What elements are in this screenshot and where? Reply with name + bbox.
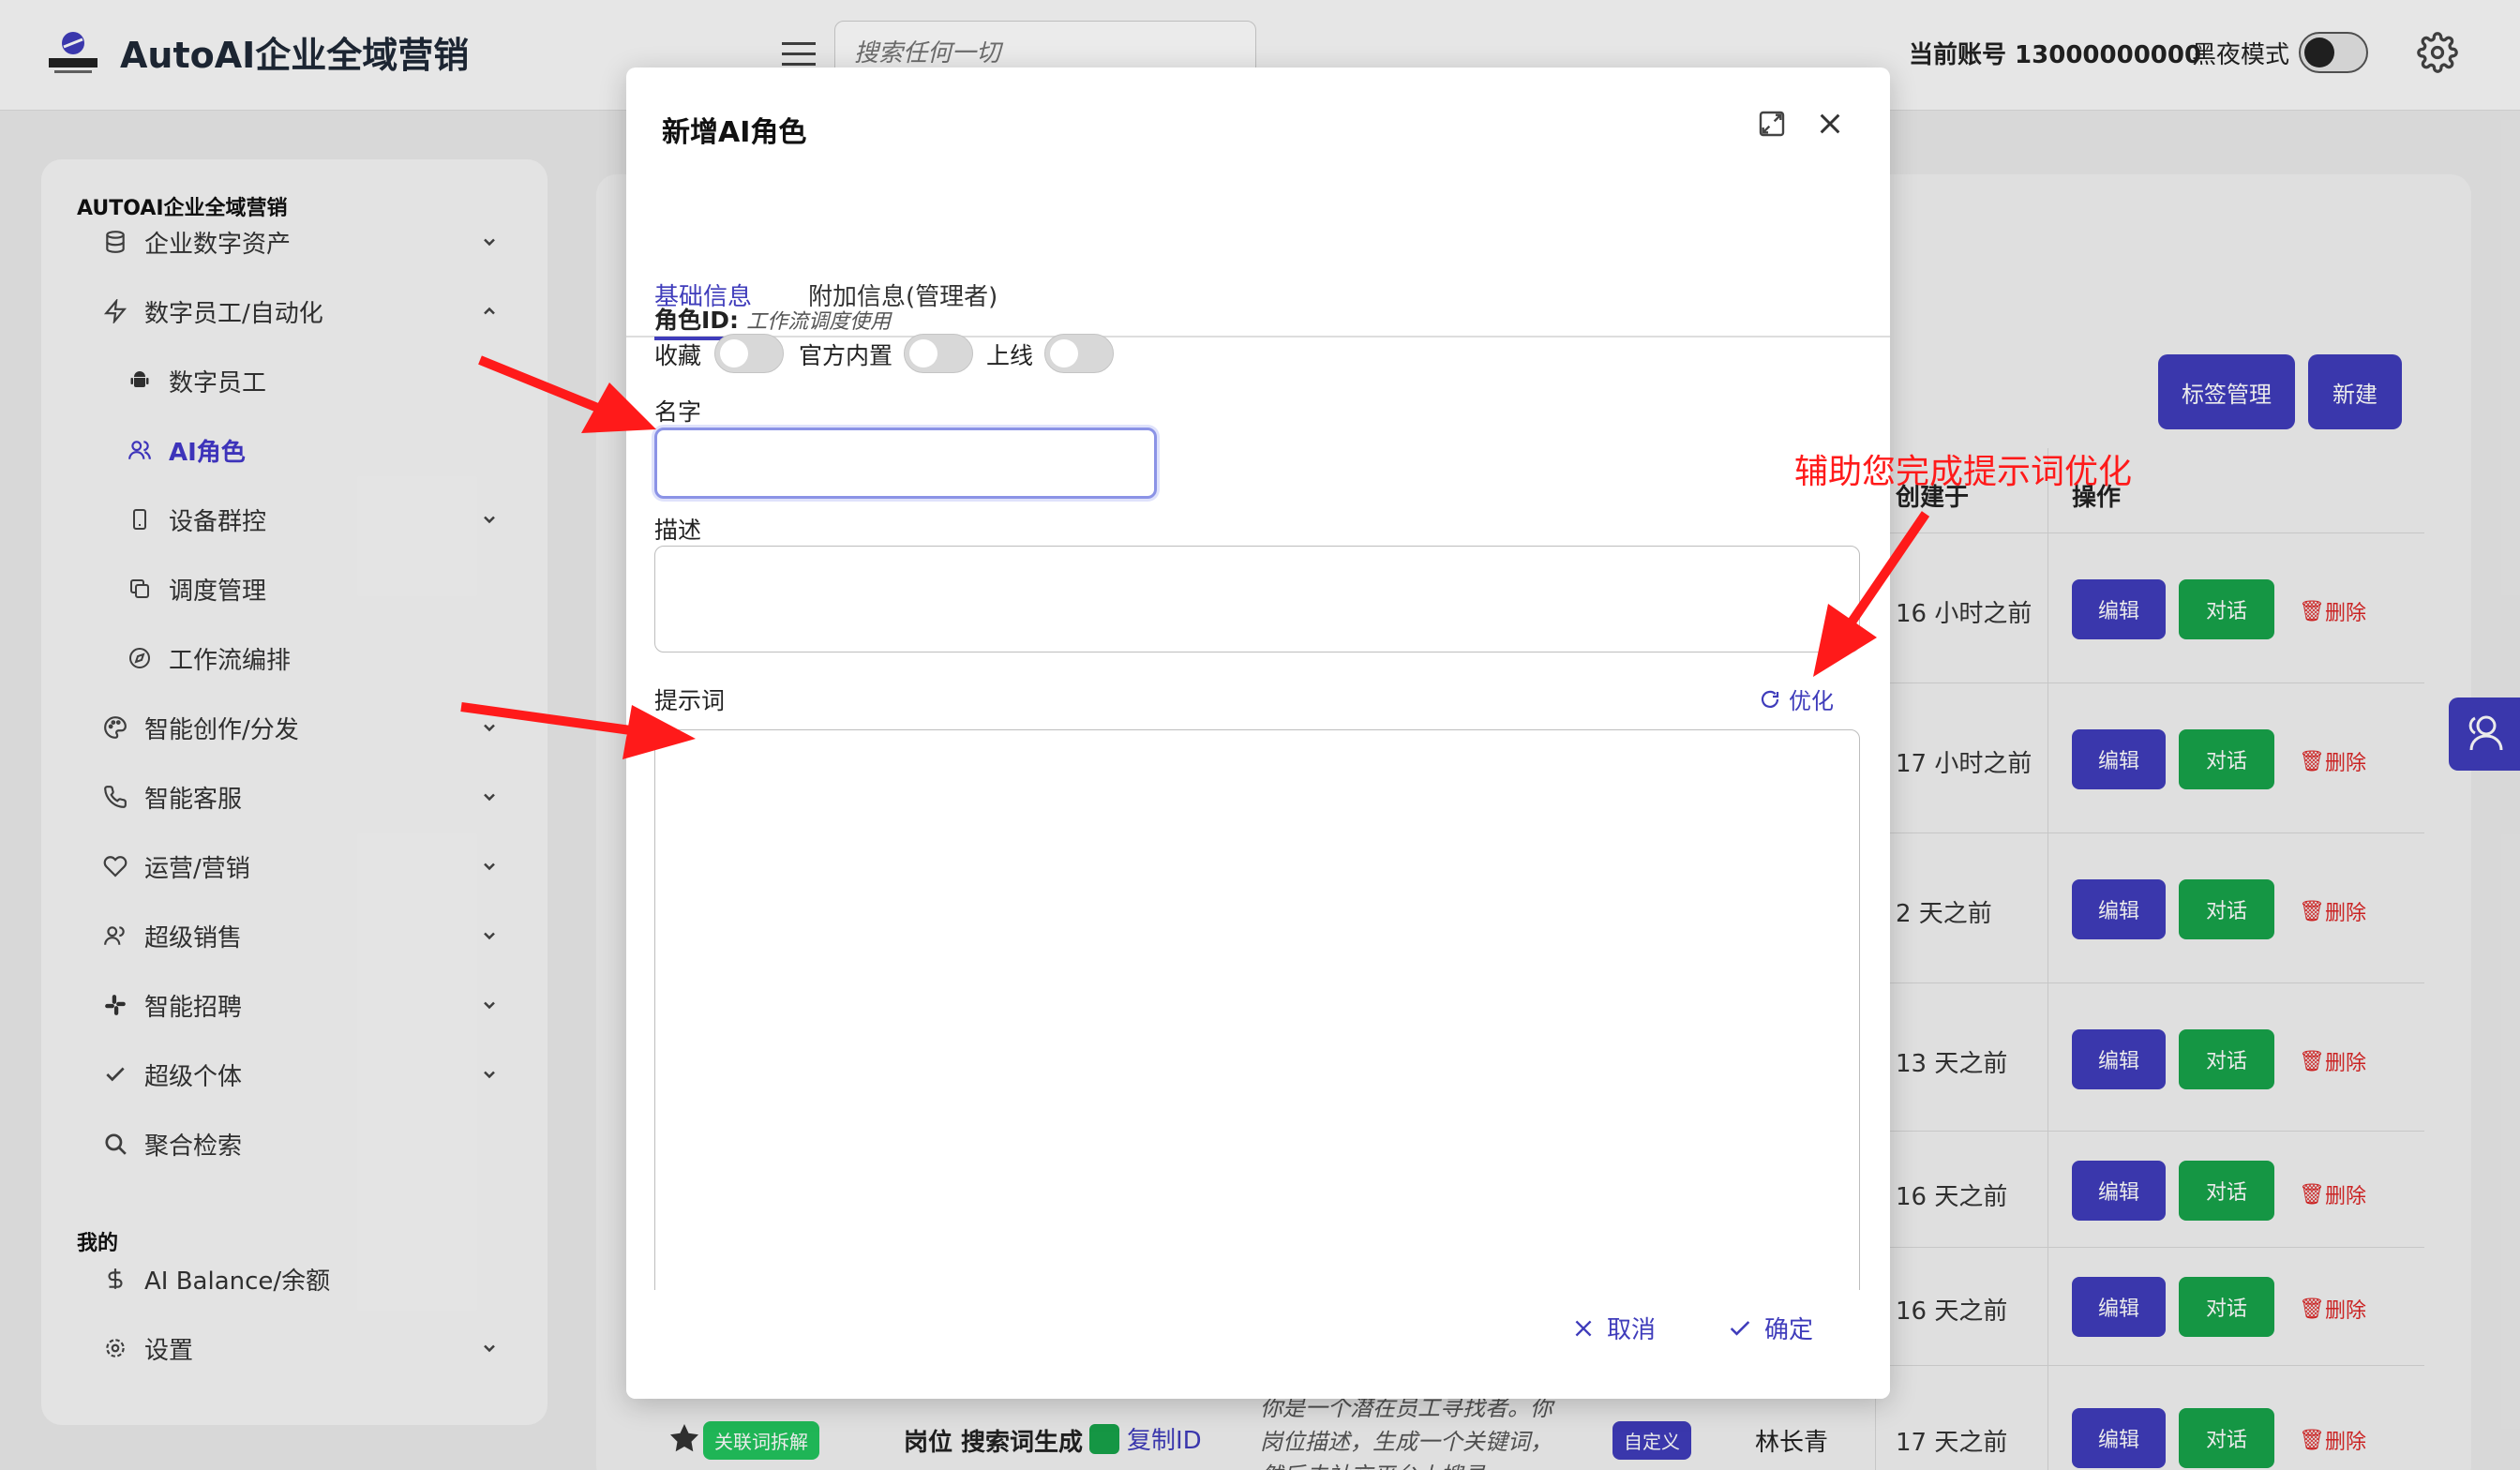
check-icon [1730, 1320, 1750, 1336]
cancel-label: 取消 [1607, 1316, 1657, 1344]
name-input[interactable] [654, 428, 1157, 499]
role-id-hint: 工作流调度使用 [746, 310, 892, 334]
optimize-label: 优化 [1789, 688, 1834, 714]
name-label: 名字 [654, 398, 702, 426]
fav-toggle[interactable] [714, 334, 784, 373]
modal-footer [626, 1290, 1890, 1399]
cancel-button[interactable]: 取消 [1571, 1311, 1656, 1345]
annotation-text: 辅助您完成提示词优化 [1794, 453, 2133, 491]
confirm-button[interactable]: 确定 [1727, 1311, 1813, 1345]
online-label: 上线 [986, 342, 1034, 369]
desc-label: 描述 [654, 517, 702, 544]
role-id-row: 角色ID: 工作流调度使用 [654, 302, 891, 336]
expand-icon[interactable] [1757, 109, 1787, 139]
close-icon [1575, 1320, 1592, 1336]
fav-label: 收藏 [654, 342, 702, 369]
close-icon[interactable] [1815, 109, 1845, 139]
new-ai-role-modal: 新增AI角色 基础信息 附加信息(管理者) 角色ID: 工作流调度使用 收藏 官方… [626, 68, 1890, 1399]
confirm-label: 确定 [1764, 1316, 1814, 1344]
official-label: 官方内置 [799, 342, 893, 369]
description-textarea[interactable] [654, 546, 1860, 652]
refresh-icon [1761, 690, 1779, 708]
modal-title: 新增AI角色 [662, 116, 807, 149]
role-id-label: 角色ID: [654, 307, 740, 334]
prompt-label: 提示词 [654, 687, 726, 714]
online-toggle[interactable] [1044, 334, 1114, 373]
optimize-button[interactable]: 优化 [1759, 682, 1834, 715]
official-toggle[interactable] [904, 334, 973, 373]
